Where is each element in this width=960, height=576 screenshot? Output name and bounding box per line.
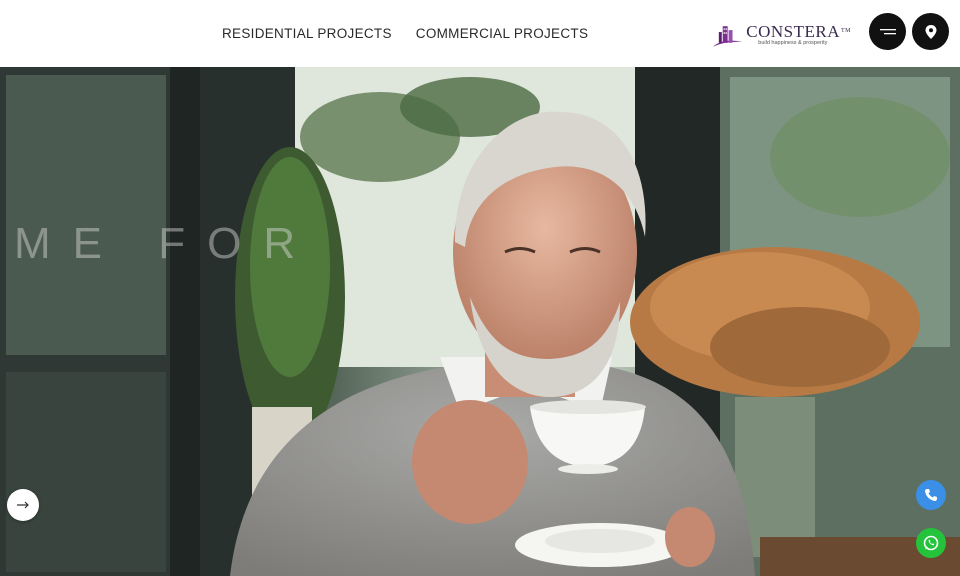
next-slide-button[interactable] xyxy=(7,489,39,521)
hero-banner: ME FOR xyxy=(0,67,960,576)
map-pin-icon xyxy=(925,24,936,39)
whatsapp-button[interactable] xyxy=(916,528,946,558)
logo-name: CONSTERATM xyxy=(746,22,851,41)
location-button[interactable] xyxy=(912,13,949,50)
hero-overlay-text: ME FOR xyxy=(14,219,318,268)
whatsapp-icon xyxy=(923,535,939,551)
phone-icon xyxy=(925,489,937,501)
hamburger-icon xyxy=(879,28,896,34)
logo-trademark: TM xyxy=(841,28,851,34)
menu-button[interactable] xyxy=(869,13,906,50)
constera-logo[interactable]: CONSTERATM build happiness & prosperity xyxy=(711,19,851,51)
logo-tagline: build happiness & prosperity xyxy=(758,40,828,46)
nav-commercial-projects[interactable]: COMMERCIAL PROJECTS xyxy=(416,26,588,41)
hero-image xyxy=(0,67,960,576)
nav-residential-projects[interactable]: RESIDENTIAL PROJECTS xyxy=(222,26,392,41)
call-button[interactable] xyxy=(916,480,946,510)
arrow-right-icon xyxy=(17,501,29,509)
main-nav: RESIDENTIAL PROJECTS COMMERCIAL PROJECTS xyxy=(222,0,588,67)
site-header: RESIDENTIAL PROJECTS COMMERCIAL PROJECTS… xyxy=(0,0,960,67)
logo-building-icon xyxy=(712,26,743,47)
